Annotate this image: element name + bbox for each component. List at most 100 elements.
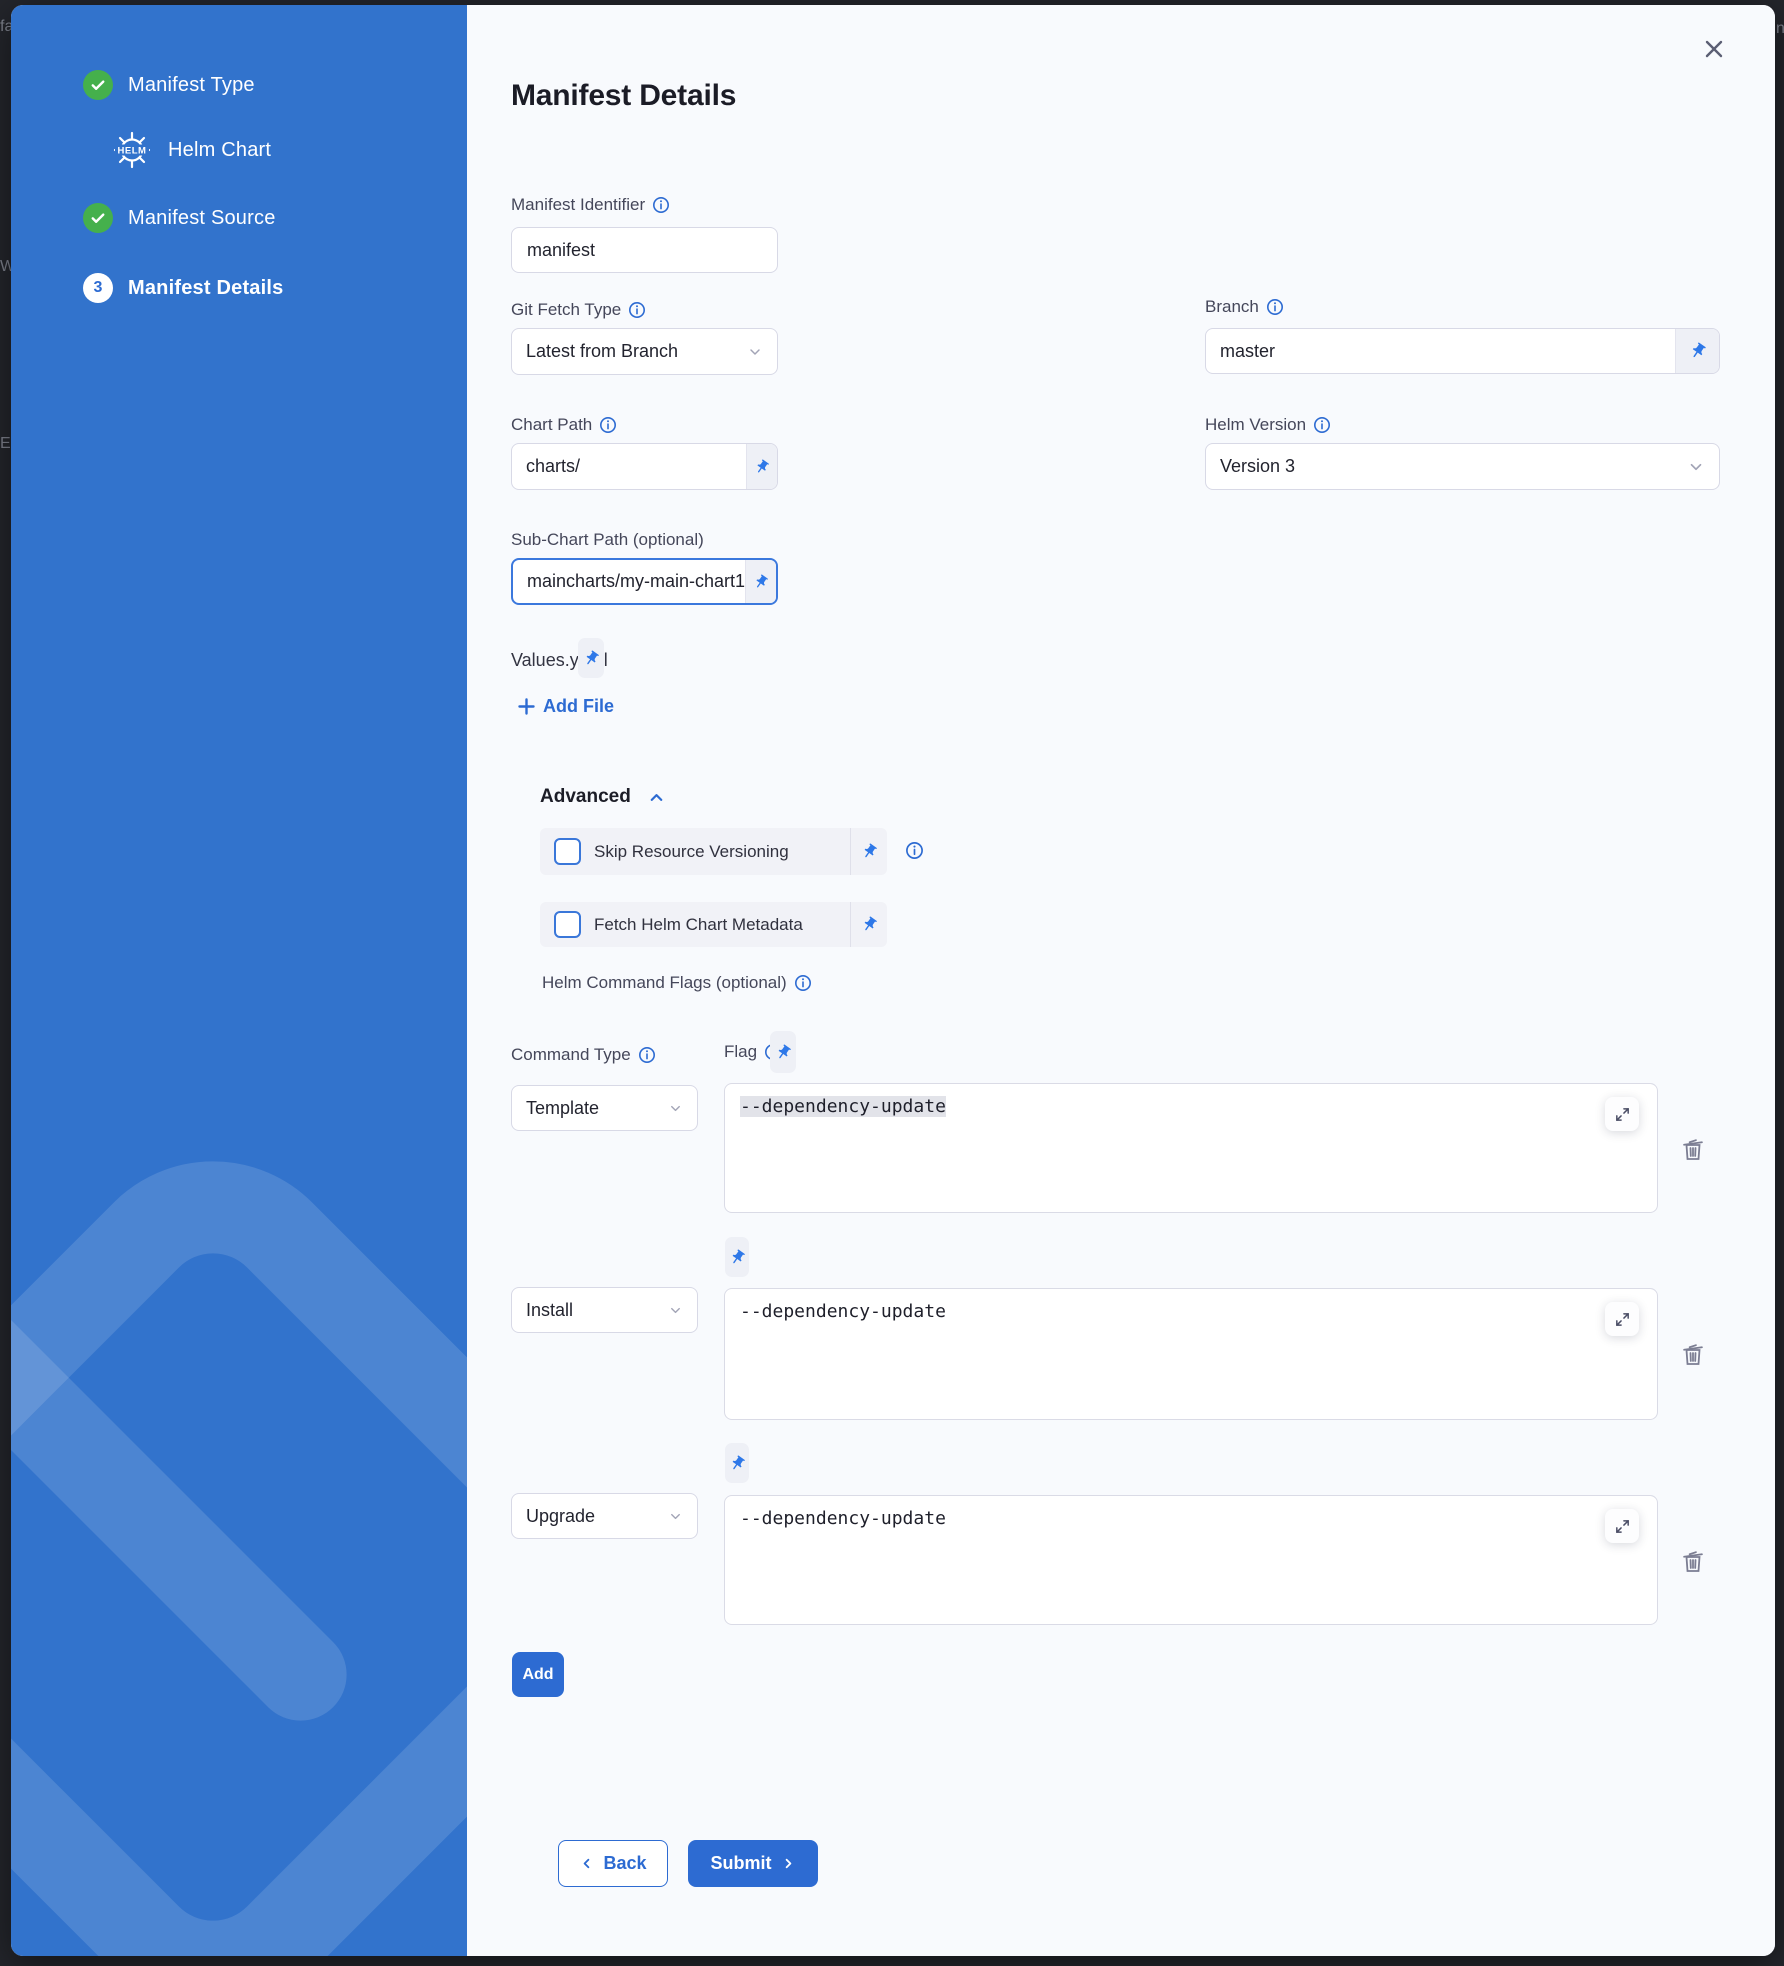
step-label: Manifest Source [128, 207, 276, 230]
expand-icon[interactable] [1605, 1509, 1639, 1543]
pin-icon[interactable] [850, 902, 887, 947]
step-label: Helm Chart [168, 139, 271, 162]
check-circle-icon [83, 70, 113, 100]
manifest-identifier-value: manifest [527, 240, 595, 261]
chevron-right-icon [781, 1856, 796, 1871]
close-icon[interactable] [1700, 35, 1728, 63]
git-fetch-type-select[interactable]: Latest from Branch [511, 328, 778, 375]
helm-icon: HELM [111, 128, 153, 172]
step-label: Manifest Type [128, 74, 255, 97]
pin-icon[interactable] [850, 828, 887, 875]
command-type-select[interactable]: Template [511, 1085, 698, 1131]
command-type-select[interactable]: Upgrade [511, 1493, 698, 1539]
backdrop-text-fragment: E [0, 435, 11, 453]
pin-icon[interactable] [746, 444, 777, 489]
sidebar-step-manifest-type[interactable]: Manifest Type [83, 70, 255, 100]
checkbox-label: Fetch Helm Chart Metadata [594, 915, 850, 935]
svg-text:HELM: HELM [118, 146, 147, 157]
sub-chart-path-input[interactable]: maincharts/my-main-chart1/ [513, 560, 745, 603]
pin-icon[interactable] [1675, 329, 1719, 373]
chevron-up-icon [647, 788, 666, 807]
checkbox-label: Skip Resource Versioning [594, 842, 850, 862]
step-label: Manifest Details [128, 277, 283, 300]
back-button[interactable]: Back [558, 1840, 668, 1887]
info-icon [1266, 298, 1284, 316]
delete-flag-icon[interactable] [1680, 1340, 1706, 1370]
branch-label: Branch [1205, 297, 1284, 317]
flag-value: --dependency-update [740, 1301, 946, 1322]
delete-flag-icon[interactable] [1680, 1135, 1706, 1165]
chevron-down-icon [1687, 458, 1705, 476]
chart-path-label: Chart Path [511, 415, 617, 435]
pin-icon [771, 1040, 795, 1064]
sidebar-step-manifest-source[interactable]: Manifest Source [83, 203, 276, 233]
backdrop-text-fragment: ne [1776, 20, 1784, 38]
helm-version-value: Version 3 [1220, 456, 1295, 477]
pin-icon [725, 1451, 749, 1475]
git-fetch-type-label: Git Fetch Type [511, 300, 646, 320]
command-type-value: Template [526, 1098, 599, 1119]
sub-chart-path-label: Sub-Chart Path (optional) [511, 530, 704, 550]
check-circle-icon [83, 203, 113, 233]
pin-icon[interactable] [745, 560, 776, 603]
branch-input[interactable]: master [1206, 329, 1675, 373]
flag-pin-button[interactable] [725, 1443, 749, 1483]
chevron-down-icon [668, 1303, 683, 1318]
helm-version-label: Helm Version [1205, 415, 1331, 435]
info-icon[interactable] [905, 841, 924, 860]
command-type-value: Install [526, 1300, 573, 1321]
chevron-left-icon [579, 1856, 594, 1871]
command-type-label: Command Type [511, 1045, 656, 1065]
expand-icon[interactable] [1605, 1097, 1639, 1131]
command-type-select[interactable]: Install [511, 1287, 698, 1333]
add-flag-button[interactable]: Add [512, 1652, 564, 1697]
backdrop-text-fragment: fa [0, 18, 11, 36]
flag-pin-button[interactable] [770, 1031, 796, 1073]
helm-version-select[interactable]: Version 3 [1205, 443, 1720, 490]
step-number-badge: 3 [83, 273, 113, 303]
values-yaml-pin-button[interactable] [578, 638, 604, 678]
manifest-details-panel: Manifest Details Manifest Identifier man… [467, 5, 1775, 1956]
manifest-identifier-label: Manifest Identifier [511, 195, 670, 215]
info-icon [638, 1046, 656, 1064]
backdrop-text-fragment: W [0, 258, 11, 276]
sidebar-step-manifest-details[interactable]: 3 Manifest Details [83, 273, 283, 303]
chevron-down-icon [747, 344, 763, 360]
helm-command-flags-label: Helm Command Flags (optional) [542, 973, 812, 993]
flag-value: --dependency-update [740, 1096, 946, 1117]
chevron-down-icon [668, 1509, 683, 1524]
chart-path-input-group: charts/ [511, 443, 778, 490]
command-type-value: Upgrade [526, 1506, 595, 1527]
fetch-helm-chart-metadata-row: Fetch Helm Chart Metadata [540, 902, 887, 947]
fetch-helm-chart-metadata-checkbox[interactable] [554, 911, 581, 938]
flag-textarea[interactable]: --dependency-update [724, 1495, 1658, 1625]
flag-textarea[interactable]: --dependency-update [724, 1083, 1658, 1213]
skip-resource-versioning-checkbox[interactable] [554, 838, 581, 865]
info-icon [599, 416, 617, 434]
pin-icon [579, 646, 603, 670]
manifest-identifier-input[interactable]: manifest [511, 227, 778, 273]
skip-resource-versioning-row: Skip Resource Versioning [540, 828, 887, 875]
info-icon [652, 196, 670, 214]
pin-icon [725, 1245, 749, 1269]
chart-path-input[interactable]: charts/ [512, 444, 746, 489]
brand-watermark [11, 1103, 467, 1956]
flag-textarea[interactable]: --dependency-update [724, 1288, 1658, 1420]
expand-icon[interactable] [1605, 1302, 1639, 1336]
advanced-heading: Advanced [540, 786, 631, 808]
flag-pin-button[interactable] [725, 1237, 749, 1277]
wizard-sidebar: Manifest Type [11, 5, 467, 1956]
submit-button[interactable]: Submit [688, 1840, 818, 1887]
info-icon [794, 974, 812, 992]
sub-chart-path-input-group: maincharts/my-main-chart1/ [511, 558, 778, 605]
page-title: Manifest Details [511, 79, 736, 113]
advanced-section-toggle[interactable]: Advanced [540, 786, 666, 808]
branch-input-group: master [1205, 328, 1720, 374]
info-icon [1313, 416, 1331, 434]
delete-flag-icon[interactable] [1680, 1547, 1706, 1577]
sidebar-step-helm-chart[interactable]: HELM Helm Chart [111, 128, 271, 172]
add-file-button[interactable]: Add File [518, 696, 614, 717]
manifest-wizard-modal: Manifest Type [11, 5, 1775, 1956]
plus-icon [518, 698, 535, 715]
info-icon [628, 301, 646, 319]
